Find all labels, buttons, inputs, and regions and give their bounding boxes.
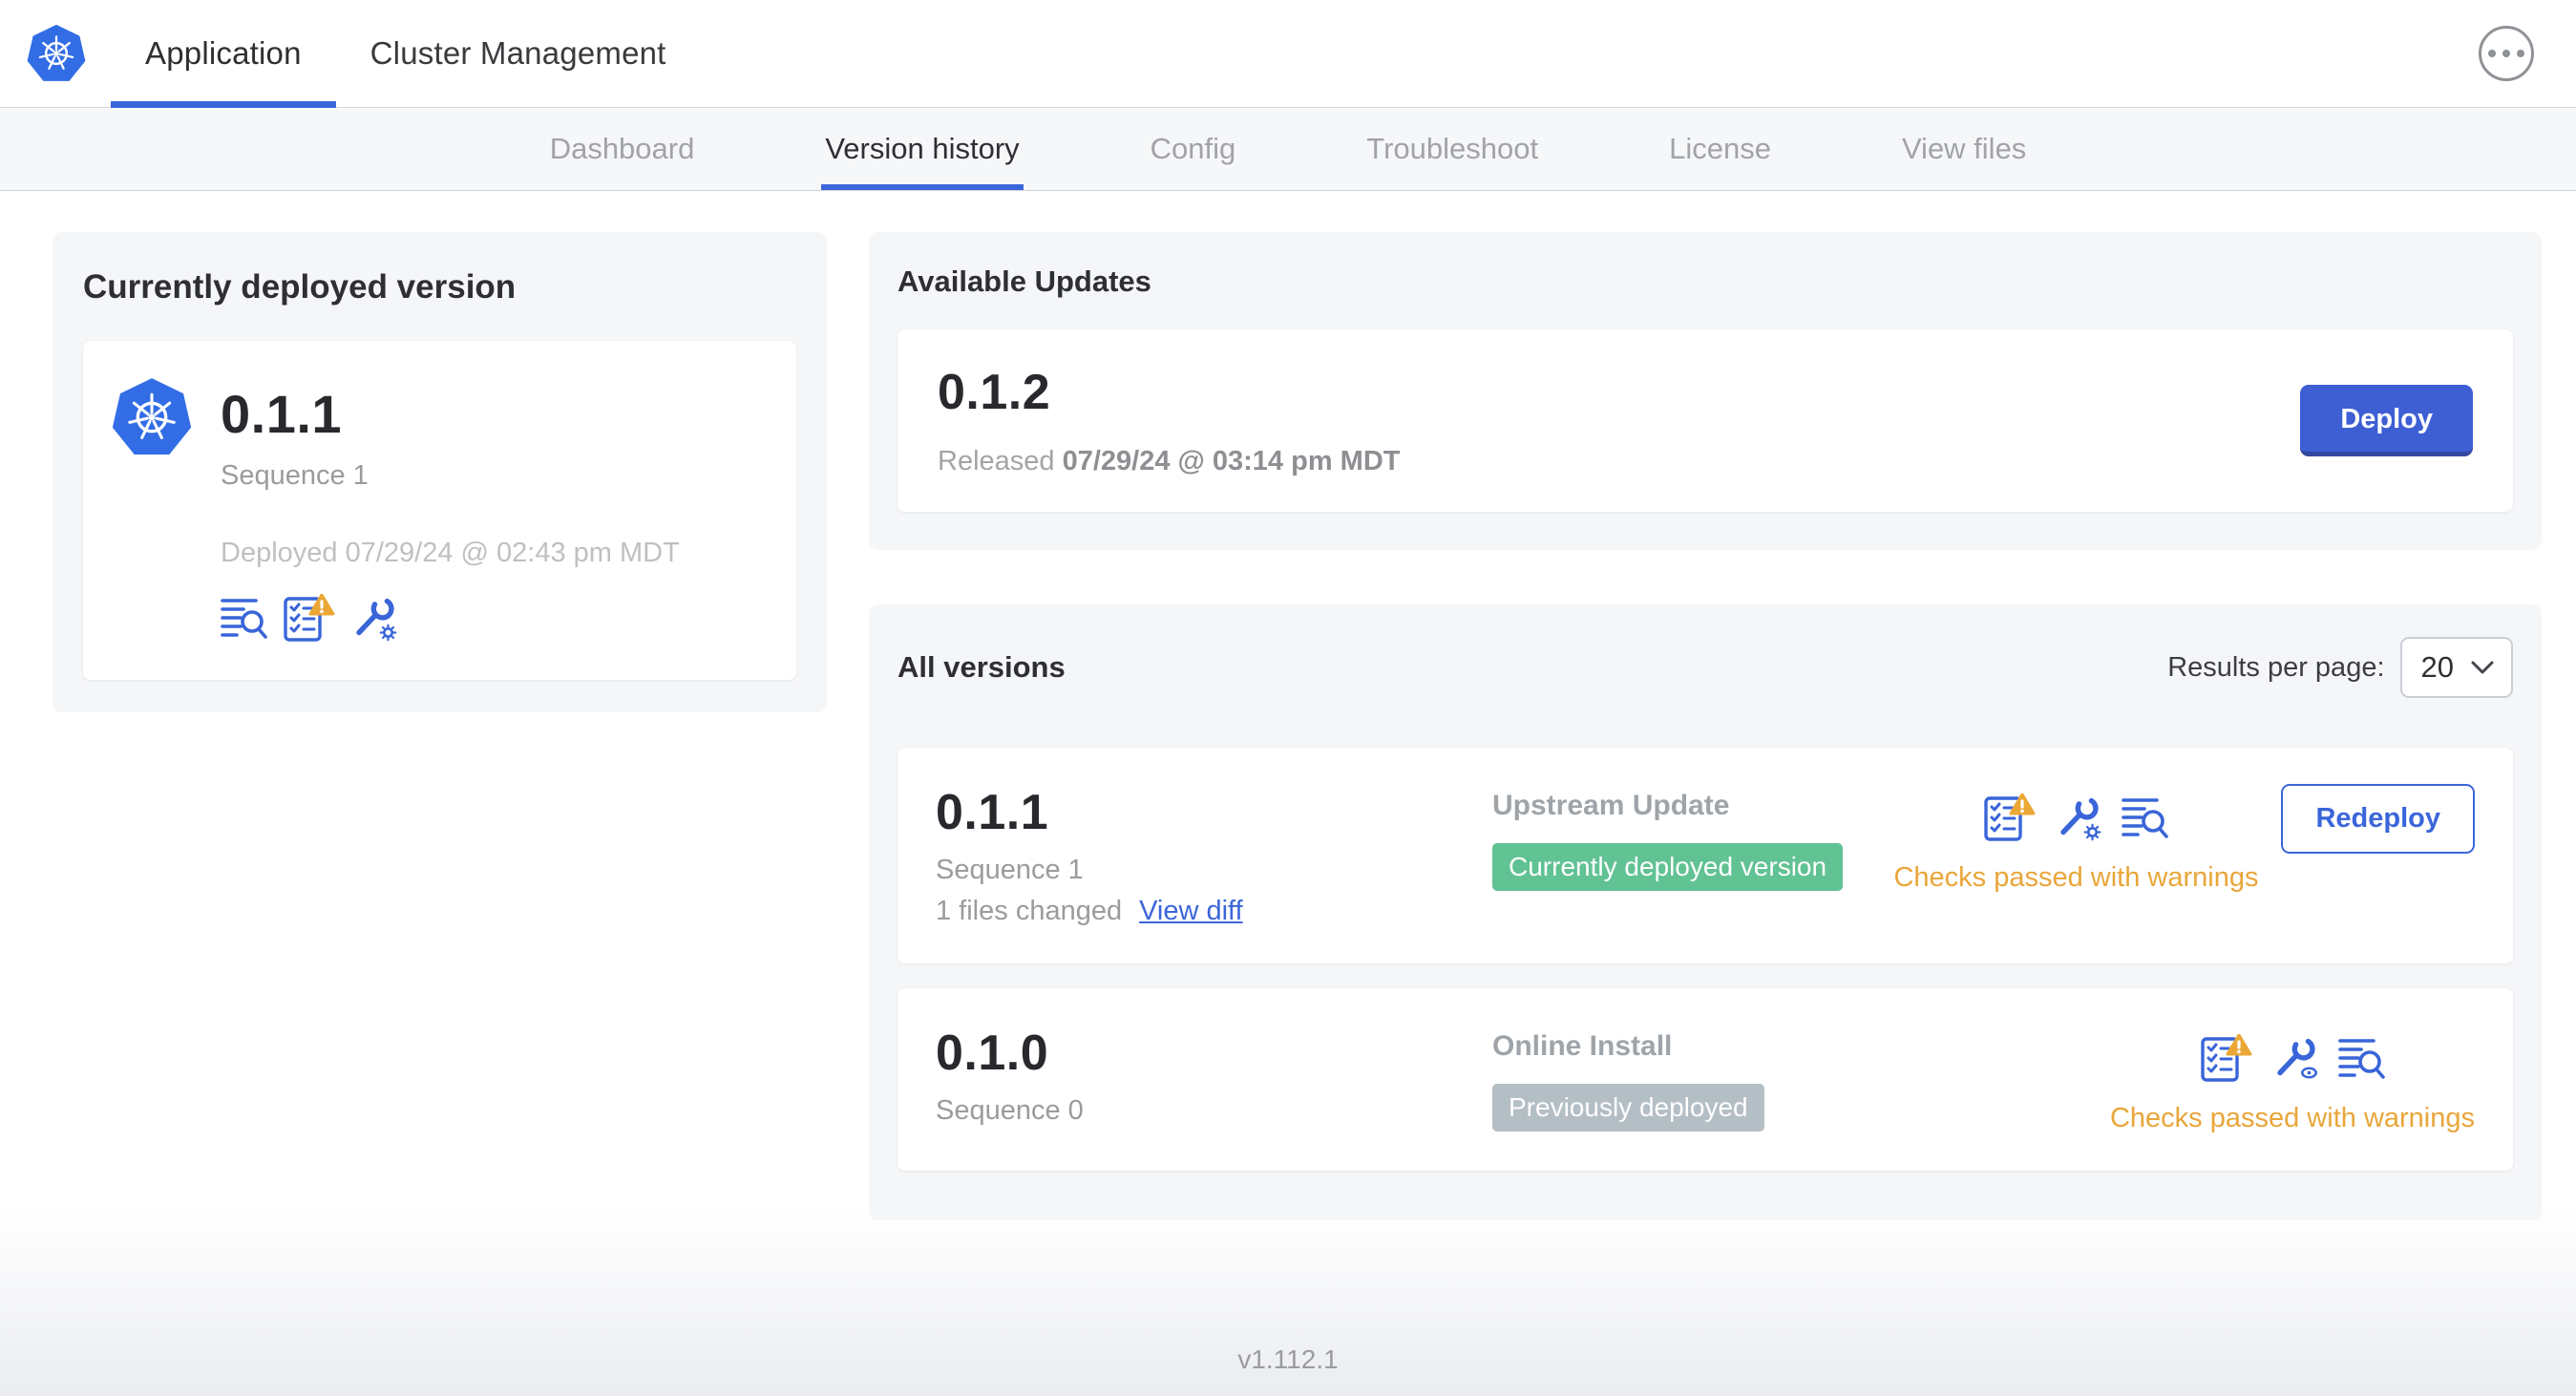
all-versions-title: All versions — [897, 650, 1066, 684]
app-logo — [19, 0, 111, 107]
diagnostics-logs-icon[interactable] — [221, 596, 267, 640]
kubernetes-app-icon — [112, 377, 192, 456]
console-version-label: v1.112.1 — [1237, 1344, 1339, 1374]
preflight-checks-warning-icon[interactable] — [1983, 793, 2037, 841]
available-updates-title: Available Updates — [897, 264, 1151, 298]
update-version-number: 0.1.2 — [938, 365, 1051, 420]
subnav-version-history[interactable]: Version history — [821, 108, 1024, 190]
version-row-0-1-0: 0.1.0 Sequence 0 Online Install Previous… — [897, 988, 2513, 1171]
status-badge-previously-deployed: Previously deployed — [1492, 1084, 1764, 1132]
available-updates-card: Available Updates 0.1.2 Released 07/29/2… — [869, 232, 2542, 550]
config-wrench-gear-icon[interactable] — [350, 594, 398, 642]
view-diff-link[interactable]: View diff — [1139, 896, 1243, 927]
all-versions-card: All versions Results per page: 20 0.1.1 … — [869, 604, 2542, 1220]
diagnostics-logs-icon[interactable] — [2338, 1036, 2385, 1080]
row-sequence-label: Sequence 0 — [936, 1095, 1084, 1126]
app-subnav: Dashboard Version history Config Trouble… — [0, 108, 2576, 191]
preflight-checks-warning-icon[interactable] — [2200, 1034, 2252, 1082]
files-changed-label: 1 files changed — [936, 896, 1123, 926]
preflight-checks-warning-icon[interactable] — [283, 594, 335, 642]
subnav-dashboard[interactable]: Dashboard — [546, 108, 699, 190]
currently-deployed-card: Currently deployed version 0.1.1 Sequenc… — [53, 232, 827, 712]
version-row-0-1-1: 0.1.1 Sequence 1 1 files changed View di… — [897, 748, 2513, 963]
config-wrench-gear-icon[interactable] — [2055, 793, 2102, 841]
top-header: Application Cluster Management — [0, 0, 2576, 108]
deploy-button[interactable]: Deploy — [2300, 385, 2473, 456]
results-per-page-select[interactable]: 20 — [2399, 637, 2513, 698]
row-source-label: Upstream Update — [1492, 790, 1730, 821]
current-deployed-timestamp: Deployed 07/29/24 @ 02:43 pm MDT — [221, 538, 680, 568]
main-content: Currently deployed version 0.1.1 Sequenc… — [0, 191, 2576, 1220]
row-source-label: Online Install — [1492, 1030, 1673, 1062]
current-sequence-label: Sequence 1 — [221, 460, 369, 491]
results-per-page-value: 20 — [2420, 650, 2454, 684]
released-label: Released — [938, 446, 1055, 476]
currently-deployed-title: Currently deployed version — [83, 268, 517, 306]
kubernetes-logo-icon — [27, 24, 86, 83]
released-at: 07/29/24 @ 03:14 pm MDT — [1062, 446, 1401, 476]
page-footer: v1.112.1 — [0, 1205, 2576, 1396]
subnav-config[interactable]: Config — [1147, 108, 1240, 190]
row-version-number: 0.1.0 — [936, 1026, 1049, 1081]
redeploy-button[interactable]: Redeploy — [2281, 784, 2475, 854]
header-tabs: Application Cluster Management — [111, 0, 701, 108]
results-per-page-label: Results per page: — [2167, 651, 2385, 683]
tab-cluster-management[interactable]: Cluster Management — [336, 0, 701, 107]
subnav-view-files[interactable]: View files — [1898, 108, 2030, 190]
update-released-timestamp: Released 07/29/24 @ 03:14 pm MDT — [938, 446, 1400, 477]
chevron-down-icon — [2471, 661, 2494, 674]
currently-deployed-version-panel: 0.1.1 Sequence 1 Deployed 07/29/24 @ 02:… — [83, 341, 796, 680]
tab-application[interactable]: Application — [111, 0, 336, 108]
subnav-troubleshoot[interactable]: Troubleshoot — [1362, 108, 1542, 190]
checks-status-text: Checks passed with warnings — [1893, 862, 2259, 893]
subnav-license[interactable]: License — [1665, 108, 1775, 190]
ellipsis-menu-icon[interactable] — [2479, 26, 2534, 81]
checks-status-text: Checks passed with warnings — [2109, 1103, 2475, 1133]
diagnostics-logs-icon[interactable] — [2122, 795, 2169, 839]
row-sequence-label: Sequence 1 — [936, 855, 1084, 885]
row-version-number: 0.1.1 — [936, 785, 1049, 840]
config-wrench-eye-icon[interactable] — [2271, 1034, 2319, 1082]
available-update-row: 0.1.2 Released 07/29/24 @ 03:14 pm MDT D… — [897, 329, 2513, 512]
current-version-number: 0.1.1 — [221, 384, 343, 444]
status-badge-currently-deployed: Currently deployed version — [1492, 843, 1844, 891]
